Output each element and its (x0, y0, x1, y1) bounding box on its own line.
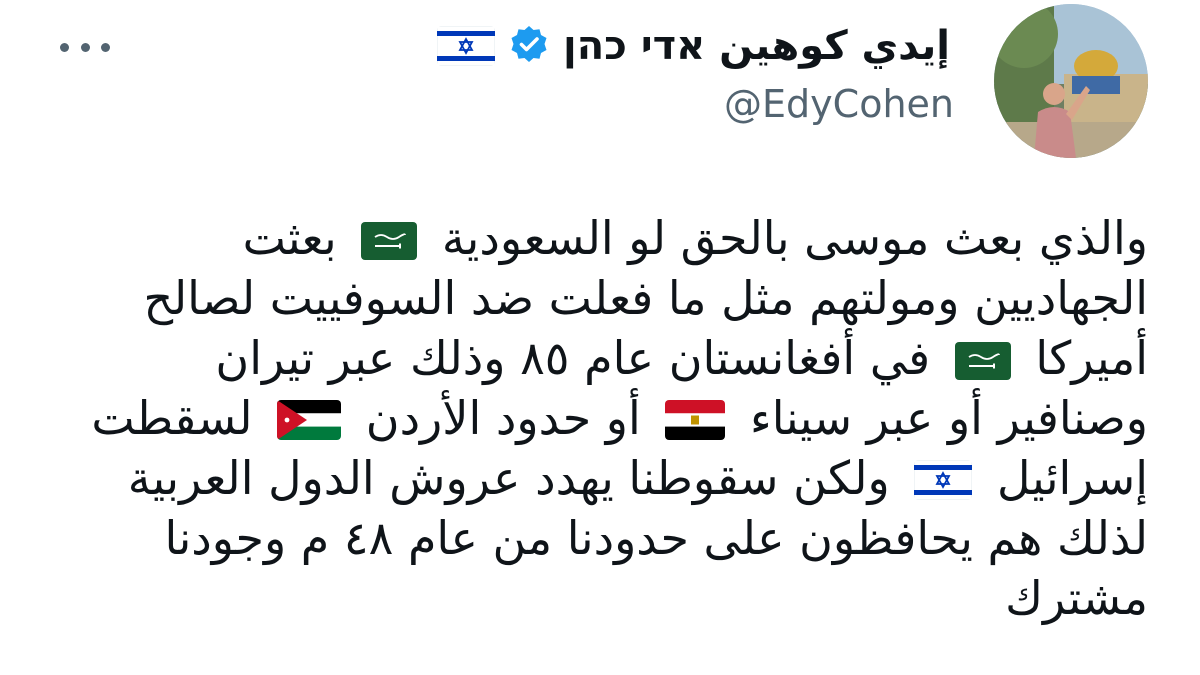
saudi-flag-icon (954, 342, 1011, 380)
tweet-text-segment: لسقطت (91, 391, 268, 445)
tweet-text-segment: في أفغانستان عام ٨٥ وذلك عبر تيران (215, 331, 945, 385)
avatar-photo (994, 4, 1148, 158)
tweet-text-segment: والذي بعث موسى بالحق لو السعودية (427, 211, 1148, 265)
tweet-text-segment: ولكن سقوطنا يهدد عروش الدول العربية (127, 451, 905, 505)
tweet-card: إيدي كوهين אדי כהן @EdyCohen والذي بعث م… (0, 0, 1200, 675)
tweet-text-segment: لذلك هم يحافظون على حدودنا من عام ٤٨ م و… (164, 511, 1148, 565)
author-handle[interactable]: @EdyCohen (724, 82, 954, 126)
more-dot (80, 42, 90, 52)
verified-badge-icon (509, 24, 549, 68)
tweet-text-segment: أميركا (1020, 331, 1148, 385)
more-dot (60, 42, 69, 52)
jordan-flag-icon (277, 400, 342, 440)
tweet-text-segment: الجهاديين ومولتهم مثل ما فعلت ضد السوفيي… (143, 271, 1148, 325)
author-display-name[interactable]: إيدي كوهين אדי כהן (563, 23, 950, 69)
egypt-flag-icon (665, 400, 726, 440)
saudi-flag-icon (361, 222, 418, 260)
tweet-text-line: لذلك هم يحافظون على حدودنا من عام ٤٨ م و… (48, 508, 1148, 568)
author-name-row: إيدي كوهين אדי כהן (437, 18, 950, 74)
tweet-text-segment: وصنافير أو عبر سيناء (735, 391, 1148, 445)
tweet-text-segment: أو حدود الأردن (351, 391, 656, 445)
tweet-text-line: أميركا في أفغانستان عام ٨٥ وذلك عبر تيرا… (48, 328, 1148, 388)
israel-flag-icon (437, 26, 496, 66)
israel-flag-icon (914, 460, 973, 500)
tweet-text-segment: مشترك (1005, 571, 1148, 625)
more-dot (101, 42, 110, 52)
more-options-button[interactable] (60, 34, 110, 60)
avatar[interactable] (994, 4, 1148, 158)
tweet-text-line: إسرائيل ولكن سقوطنا يهدد عروش الدول العر… (48, 448, 1148, 508)
tweet-text-segment: إسرائيل (982, 451, 1148, 505)
tweet-text-segment: بعثت (242, 211, 352, 265)
tweet-text: والذي بعث موسى بالحق لو السعودية بعثت الج… (48, 208, 1148, 628)
tweet-text-line: مشترك (48, 568, 1148, 628)
tweet-text-line: والذي بعث موسى بالحق لو السعودية بعثت (48, 208, 1148, 268)
tweet-text-line: وصنافير أو عبر سيناء أو حدود الأردن لسقط… (48, 388, 1148, 448)
tweet-text-line: الجهاديين ومولتهم مثل ما فعلت ضد السوفيي… (48, 268, 1148, 328)
